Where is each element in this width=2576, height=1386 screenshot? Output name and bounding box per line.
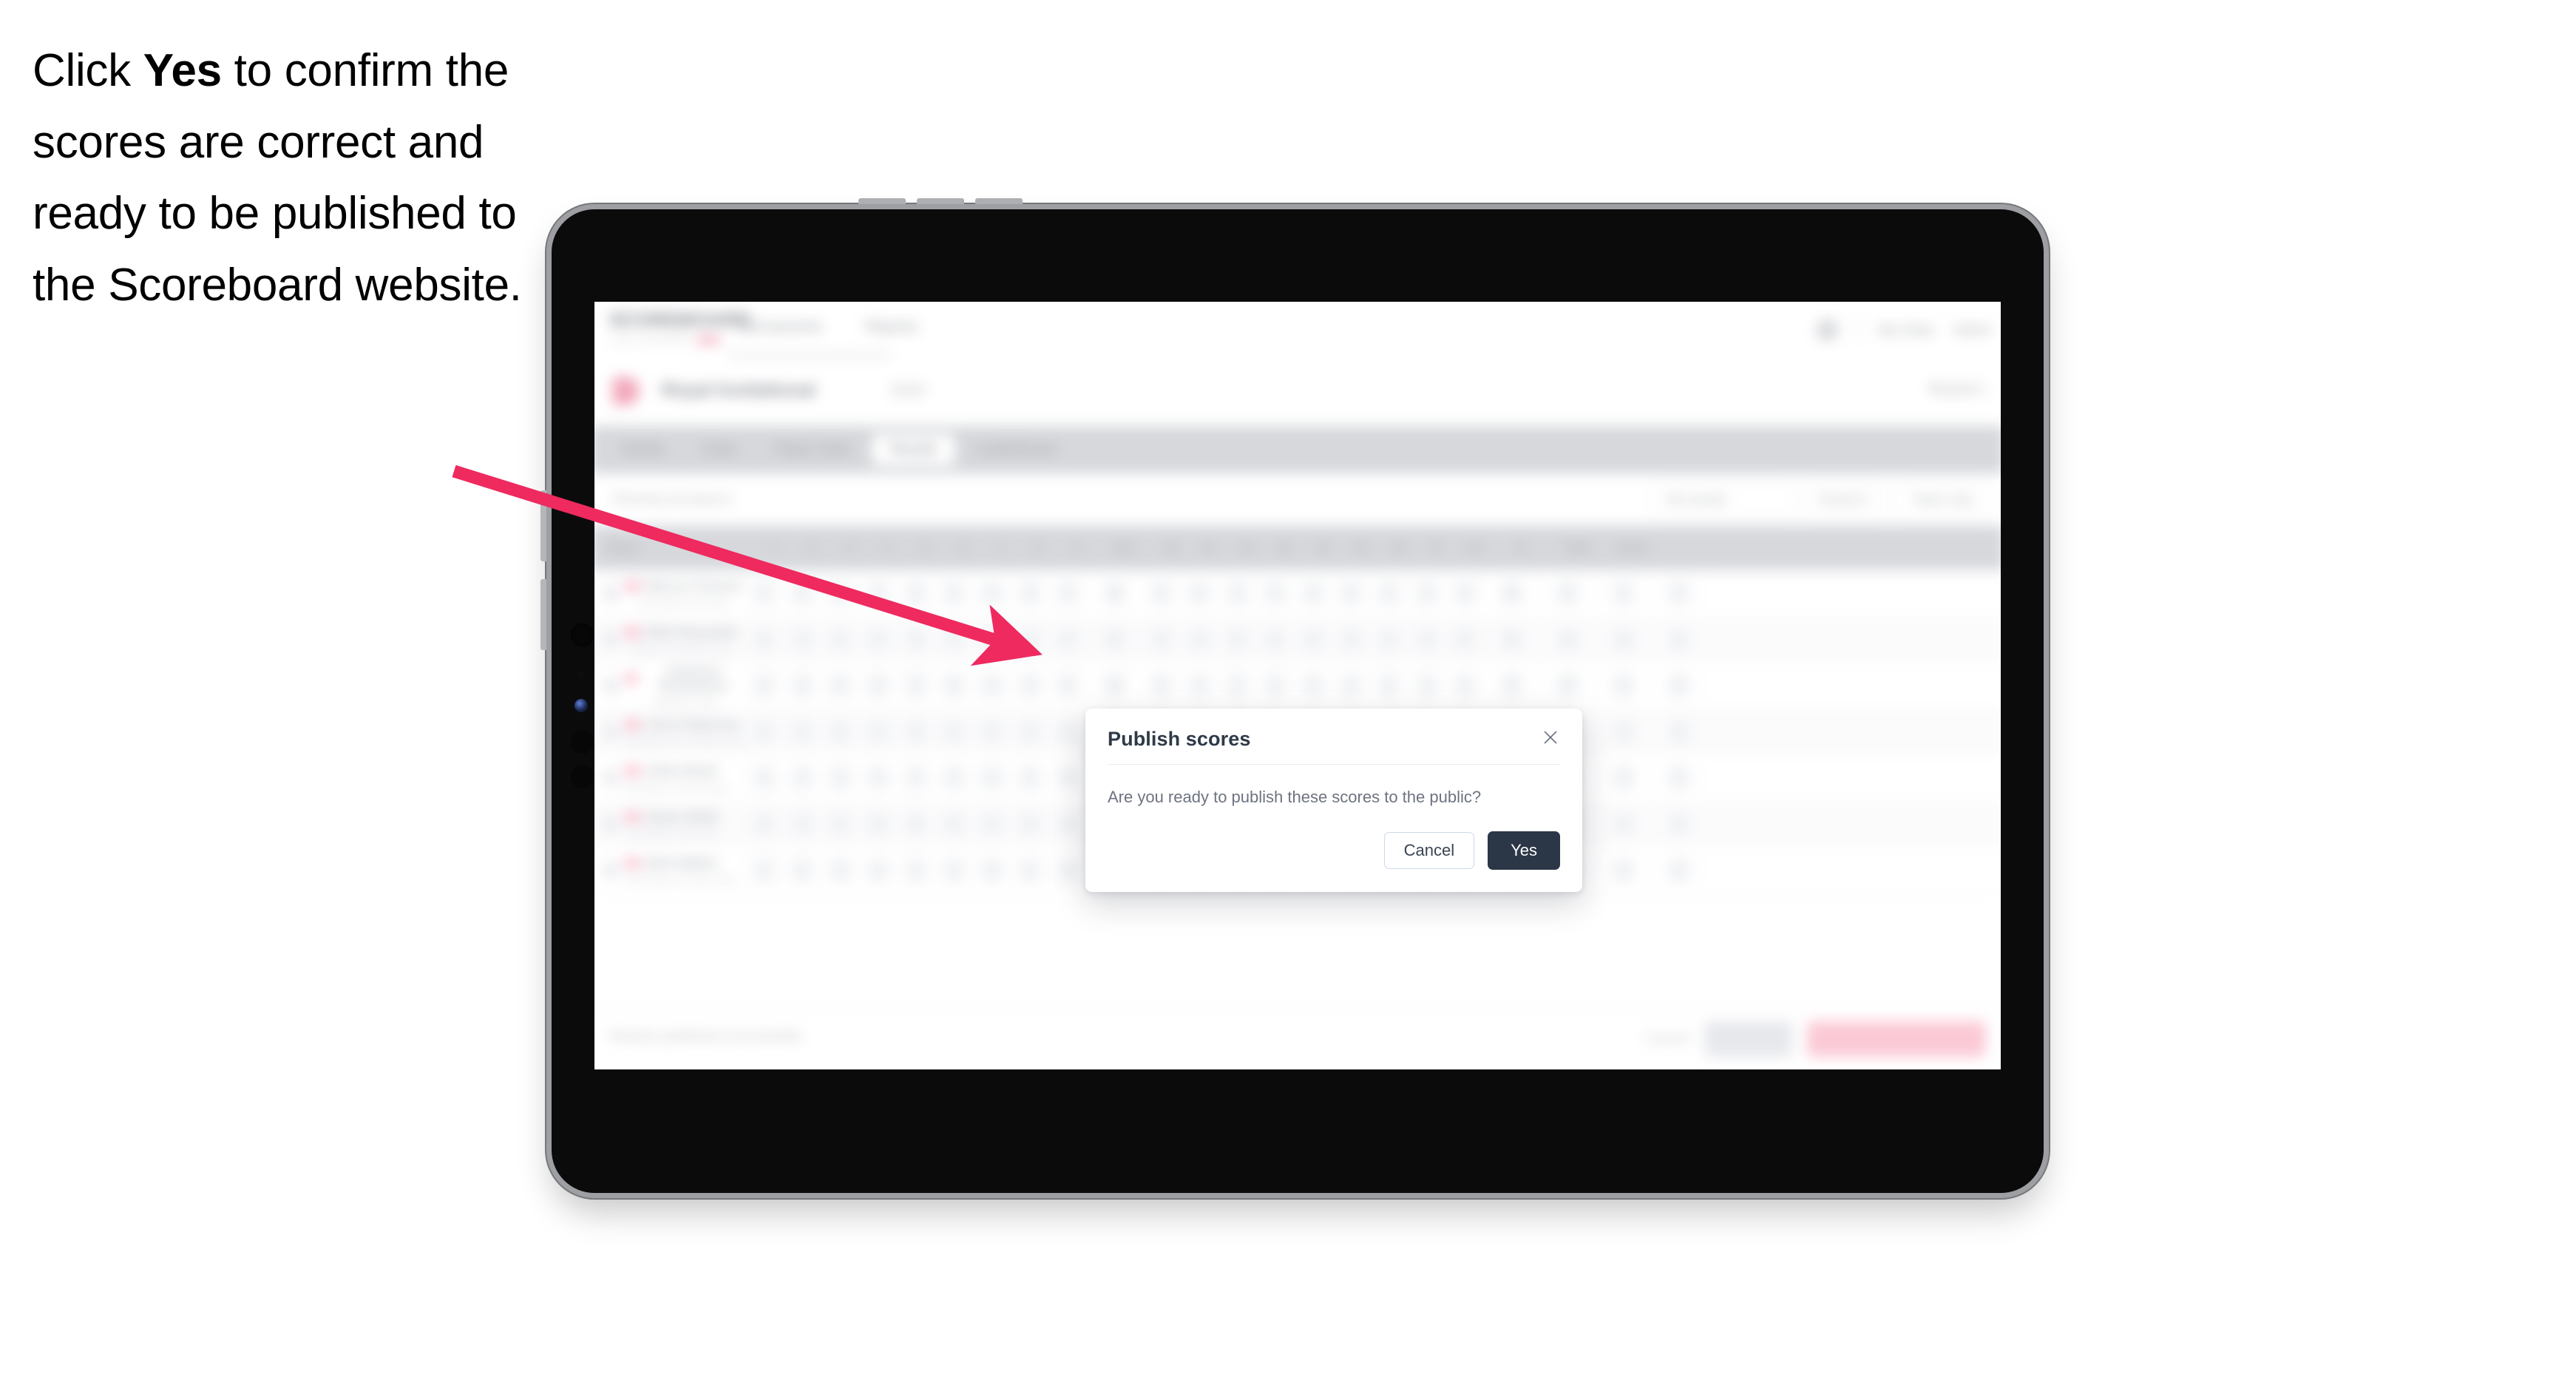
proximity-sensor-icon bbox=[577, 671, 585, 678]
close-icon[interactable] bbox=[1538, 725, 1563, 750]
tablet-screen: SCOREBOARD LIVE SCORING Tournaments Repo… bbox=[594, 302, 2001, 1069]
confirm-yes-button[interactable]: Yes bbox=[1488, 831, 1560, 871]
tertiary-camera-icon bbox=[571, 765, 594, 788]
dialog-actions: Cancel Yes bbox=[1085, 817, 1582, 892]
secondary-camera-icon bbox=[571, 731, 594, 754]
device-top-nub-2 bbox=[917, 198, 964, 204]
device-volume-up-key[interactable] bbox=[540, 490, 546, 561]
device-top-nub-1 bbox=[858, 198, 906, 204]
publish-scores-dialog: Publish scores Are you ready to publish … bbox=[1085, 709, 1582, 893]
dialog-header: Publish scores bbox=[1085, 709, 1582, 764]
caption-emphasis: Yes bbox=[143, 45, 222, 96]
cancel-button[interactable]: Cancel bbox=[1383, 831, 1475, 870]
dialog-title: Publish scores bbox=[1108, 728, 1251, 750]
modal-layer: Publish scores Are you ready to publish … bbox=[594, 302, 2001, 1069]
device-top-nub-3 bbox=[975, 198, 1023, 204]
status-led-icon bbox=[574, 699, 588, 712]
instruction-caption: Click Yes to confirm the scores are corr… bbox=[33, 36, 572, 322]
tablet-device: SCOREBOARD LIVE SCORING Tournaments Repo… bbox=[540, 198, 2044, 1193]
front-camera-icon bbox=[571, 623, 594, 646]
dialog-message: Are you ready to publish these scores to… bbox=[1108, 788, 1482, 806]
caption-before: Click bbox=[33, 45, 143, 96]
device-volume-down-key[interactable] bbox=[540, 579, 546, 650]
